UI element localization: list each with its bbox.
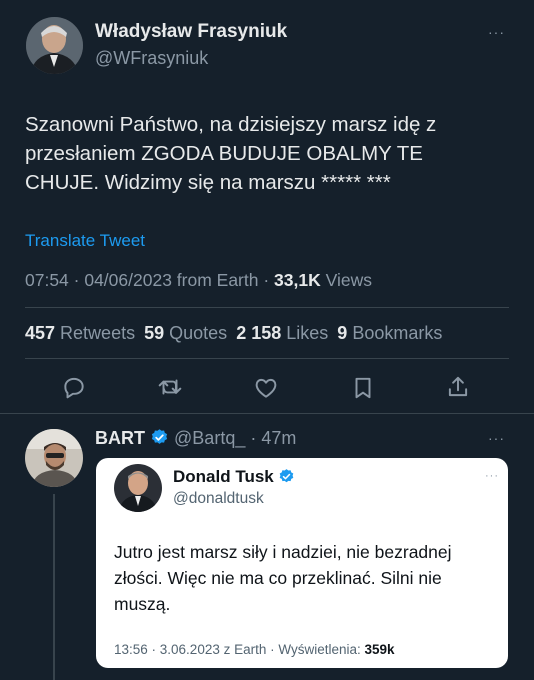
quoted-timestamp-source: 13:56 · 3.06.2023 z Earth · Wyświetlenia…	[114, 642, 365, 657]
likes-count: 2 158	[236, 323, 282, 343]
views-count: 33,1K	[274, 270, 321, 290]
likes-label: Likes	[281, 323, 329, 343]
reply-more-button[interactable]: ···	[488, 430, 505, 446]
bookmark-button[interactable]	[350, 375, 376, 401]
reply-author-avatar[interactable]	[25, 429, 83, 487]
quotes-stat[interactable]: 59 Quotes	[144, 323, 227, 343]
retweet-button[interactable]	[157, 374, 183, 400]
like-icon	[255, 378, 277, 398]
timestamp-source[interactable]: 07:54 · 04/06/2023 from Earth ·	[25, 270, 274, 290]
share-button[interactable]	[445, 374, 471, 400]
quoted-author-avatar[interactable]	[114, 464, 162, 512]
bookmark-icon	[355, 377, 371, 399]
retweets-label: Retweets	[55, 323, 136, 343]
quoted-views-count: 359k	[364, 642, 395, 657]
reply-author-handle[interactable]: @Bartq_	[174, 428, 245, 448]
bookmarks-label: Bookmarks	[347, 323, 443, 343]
bookmarks-stat[interactable]: 9 Bookmarks	[337, 323, 442, 343]
likes-stat[interactable]: 2 158 Likes	[236, 323, 328, 343]
tweet-text-line: CHUJE. Widzimy się na marszu ***** ***	[25, 171, 391, 194]
author-avatar[interactable]	[26, 17, 83, 74]
quoted-author: Donald Tusk	[173, 467, 295, 487]
views-label: Views	[320, 270, 372, 290]
thread-line	[53, 494, 55, 680]
like-button[interactable]	[253, 375, 279, 401]
quoted-tweet-text: Jutro jest marsz siły i nadziei, nie bez…	[114, 539, 452, 617]
more-options-button[interactable]: ···	[488, 24, 505, 40]
retweets-count: 457	[25, 323, 56, 343]
quoted-more-button[interactable]: ···	[485, 470, 499, 482]
retweet-icon	[158, 379, 182, 395]
tweet-stats: 457 Retweets 59 Quotes 2 158 Likes 9 Boo…	[25, 323, 442, 344]
bookmarks-count: 9	[337, 323, 348, 343]
quoted-tweet-card[interactable]: Donald Tusk @donaldtusk ··· Jutro jest m…	[96, 458, 508, 668]
quoted-author-handle[interactable]: @donaldtusk	[173, 490, 264, 508]
author-name[interactable]: Władysław Frasyniuk	[95, 21, 287, 43]
avatar-portrait-icon	[26, 17, 83, 74]
quotes-label: Quotes	[164, 323, 228, 343]
translate-link[interactable]: Translate Tweet	[25, 231, 145, 251]
verified-badge-icon	[280, 468, 294, 482]
verified-badge-icon	[151, 429, 168, 445]
avatar-portrait-icon	[114, 464, 162, 512]
reply-button[interactable]	[61, 374, 87, 400]
avatar-portrait-icon	[25, 429, 83, 487]
reply-time[interactable]: · 47m	[250, 428, 296, 448]
divider	[25, 307, 509, 308]
quoted-tweet-meta: 13:56 · 3.06.2023 z Earth · Wyświetlenia…	[114, 642, 395, 657]
quoted-author-name[interactable]: Donald Tusk	[173, 467, 274, 486]
share-icon	[448, 376, 468, 397]
reply-header: BART @Bartq_ · 47m	[95, 428, 296, 449]
section-divider	[0, 413, 534, 414]
tweet-text-line: przesłaniem ZGODA BUDUJE OBALMY TE	[25, 142, 423, 165]
quotes-count: 59	[144, 323, 165, 343]
reply-icon	[64, 377, 84, 399]
tweet-text-line: Szanowni Państwo, na dzisiejszy marsz id…	[25, 113, 437, 136]
divider	[25, 358, 509, 359]
author-handle[interactable]: @WFrasyniuk	[95, 48, 208, 69]
quoted-text-line: złości. Więc nie ma co przeklinać. Silni…	[114, 568, 442, 588]
tweet-text: Szanowni Państwo, na dzisiejszy marsz id…	[25, 110, 436, 197]
quoted-text-line: Jutro jest marsz siły i nadziei, nie bez…	[114, 542, 452, 562]
quoted-text-line: muszą.	[114, 594, 171, 614]
tweet-meta: 07:54 · 04/06/2023 from Earth · 33,1K Vi…	[25, 270, 372, 291]
retweets-stat[interactable]: 457 Retweets	[25, 323, 135, 343]
reply-author-name[interactable]: BART	[95, 428, 145, 448]
